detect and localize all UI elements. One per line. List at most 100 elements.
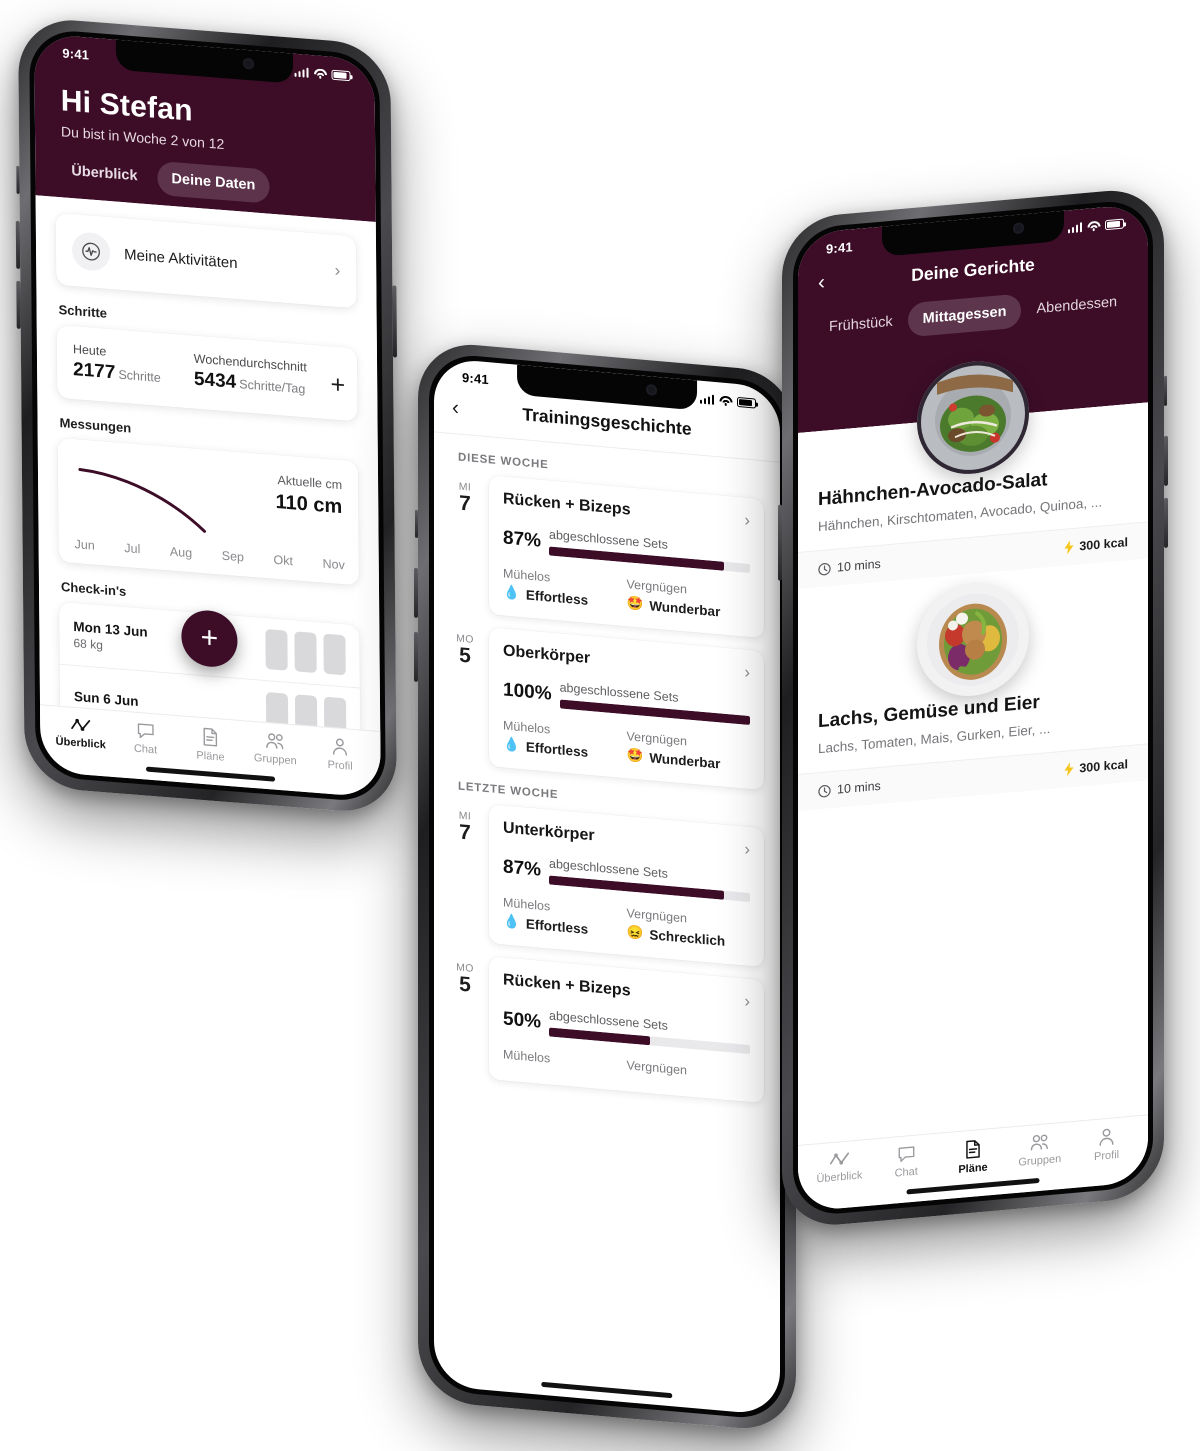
tab-mittagessen[interactable]: Mittagessen xyxy=(907,293,1022,338)
month-tick: Aug xyxy=(169,544,193,561)
battery-icon xyxy=(1105,217,1124,230)
fun-value: Schrecklich xyxy=(649,926,726,949)
tab-fruehstueck[interactable]: Frühstück xyxy=(814,303,908,345)
workout-card[interactable]: Oberkörper › 100% abgeschlossene Sets Mü… xyxy=(489,627,764,791)
meal-card[interactable]: Hähnchen-Avocado-Salat Hähnchen, Kirscht… xyxy=(798,356,1148,590)
meal-card[interactable]: Lachs, Gemüse und Eier Lachs, Tomaten, M… xyxy=(798,578,1148,812)
signal-bars-icon xyxy=(1067,221,1082,233)
day-number: 7 xyxy=(459,491,471,516)
workout-card[interactable]: Rücken + Bizeps › 50% abgeschlossene Set… xyxy=(489,956,764,1104)
phone3-power-button xyxy=(778,504,782,581)
phone1-hero: 9:41 Hi Stefan Du bist in Woche 2 von 12… xyxy=(34,33,376,223)
wifi-icon xyxy=(719,394,732,406)
workout-card[interactable]: Rücken + Bizeps › 87% abgeschlossene Set… xyxy=(489,475,764,639)
tab-ueberblick[interactable]: Überblick xyxy=(57,153,151,194)
wifi-icon xyxy=(313,67,327,79)
workout-name: Rücken + Bizeps xyxy=(503,971,631,1000)
signal-bars-icon xyxy=(699,393,714,405)
workout-date: MO 5 xyxy=(450,624,480,766)
tabbar-item-gruppen[interactable]: Gruppen xyxy=(243,730,308,770)
workout-header: Rücken + Bizeps › xyxy=(503,970,750,1012)
phone2-home-indicator xyxy=(541,1381,673,1399)
phone1-status-bar: 9:41 xyxy=(34,33,374,85)
my-activities-row[interactable]: Meine Aktivitäten › xyxy=(56,213,357,309)
tabbar-item-chat[interactable]: Chat xyxy=(873,1143,940,1184)
steps-row: Heute 2177 Schritte Wochendurchschnitt 54… xyxy=(57,325,358,422)
tabbar-label: Gruppen xyxy=(253,752,297,768)
phone1-volume-down xyxy=(16,280,21,329)
phone2-volume-down xyxy=(414,631,418,682)
phone1-bezel: 9:41 Hi Stefan Du bist in Woche 2 von 12… xyxy=(29,27,386,804)
tabbar-item-ueberblick[interactable]: Überblick xyxy=(48,715,113,755)
completion-percent: 50% xyxy=(503,1008,542,1033)
tabbar-label: Profil xyxy=(327,758,353,773)
measurements-x-axis: Jun Jul Aug Sep Okt Nov xyxy=(75,537,345,572)
meal-meta: 10 mins 300 kcal xyxy=(798,743,1148,812)
phone2-screen: 9:41 ‹ Trainingsgeschichte DIESE WOCHE M… xyxy=(434,357,780,1416)
phone3-screen: 9:41 ‹ Deine Gerichte Frühstück Mittages… xyxy=(798,203,1148,1213)
tabbar-label: Chat xyxy=(894,1165,918,1180)
measurements-line-chart xyxy=(78,468,207,533)
completion-line: 50% abgeschlossene Sets xyxy=(503,1004,750,1055)
phone1-volume-up xyxy=(15,220,21,269)
tab-deine-daten[interactable]: Deine Daten xyxy=(157,160,270,204)
workout-card[interactable]: Unterkörper › 87% abgeschlossene Sets Mü… xyxy=(489,804,764,968)
meal-time: 10 mins xyxy=(818,557,881,576)
chart-activity-icon xyxy=(71,718,91,731)
tabbar-item-plaene[interactable]: Pläne xyxy=(940,1137,1007,1178)
phone1-power-button xyxy=(392,285,397,358)
chart-activity-icon xyxy=(829,1152,849,1165)
measurements-card: Aktuelle cm 110 cm Jun Jul Aug Sep Okt N… xyxy=(57,437,359,586)
phone-training-history: 9:41 ‹ Trainingsgeschichte DIESE WOCHE M… xyxy=(414,340,800,1434)
person-icon xyxy=(1099,1128,1114,1146)
chat-bubble-icon xyxy=(898,1146,915,1163)
tabbar-label: Pläne xyxy=(958,1161,988,1176)
status-icons xyxy=(699,393,756,409)
people-icon xyxy=(265,733,284,750)
meal-calories-value: 300 kcal xyxy=(1079,535,1128,554)
fun-value: Wunderbar xyxy=(649,597,721,619)
fun-rating: Vergnügen xyxy=(627,1058,751,1087)
add-steps-button[interactable]: + xyxy=(330,370,345,399)
phone3-volume-up xyxy=(1164,435,1168,486)
tabbar-item-profil[interactable]: Profil xyxy=(1073,1125,1140,1166)
blue-drop-icon: 💧 xyxy=(503,584,520,601)
completion-percent: 87% xyxy=(503,527,542,552)
completion-percent: 87% xyxy=(503,856,542,881)
blue-drop-icon: 💧 xyxy=(503,913,520,930)
steps-avg-unit: Schritte/Tag xyxy=(239,377,306,397)
phone2-mute-switch xyxy=(415,509,418,538)
blue-drop-icon: 💧 xyxy=(503,736,520,753)
workout-date: MO 5 xyxy=(450,953,480,1079)
tabbar-item-plaene[interactable]: Pläne xyxy=(178,725,243,765)
fun-label: Vergnügen xyxy=(626,1058,687,1078)
steps-average: Wochendurchschnitt 5434 Schritte/Tag xyxy=(194,352,342,403)
tabbar-label: Überblick xyxy=(816,1169,863,1186)
completion-bar-wrap: abgeschlossene Sets xyxy=(559,680,750,726)
tabbar-item-chat[interactable]: Chat xyxy=(113,720,178,760)
meal-meta: 10 mins 300 kcal xyxy=(798,521,1148,590)
my-activities-card[interactable]: Meine Aktivitäten › xyxy=(55,212,357,309)
steps-card: Heute 2177 Schritte Wochendurchschnitt 54… xyxy=(56,324,358,422)
ratings: Mühelos 💧 Effortless Vergnügen 🤩 Wunderbar xyxy=(503,718,750,774)
phone3-mute-switch xyxy=(1164,375,1167,406)
wifi-icon xyxy=(1087,220,1100,231)
meal-time-value: 10 mins xyxy=(837,778,881,797)
chevron-right-icon: › xyxy=(744,662,750,683)
star-struck-emoji: 🤩 xyxy=(626,747,644,764)
tabbar-item-gruppen[interactable]: Gruppen xyxy=(1006,1131,1073,1172)
tabbar-item-profil[interactable]: Profil xyxy=(307,735,372,775)
battery-icon xyxy=(737,396,756,409)
chevron-right-icon: › xyxy=(744,991,750,1012)
checkin-date: Sun 6 Jun xyxy=(73,688,139,709)
phone1-body: Meine Aktivitäten › Schritte Heute 2177 S… xyxy=(35,195,381,753)
status-icons xyxy=(294,66,351,81)
tabbar-item-ueberblick[interactable]: Überblick xyxy=(806,1148,873,1189)
meal-time-value: 10 mins xyxy=(837,556,881,575)
meal-list: Hähnchen-Avocado-Salat Hähnchen, Kirscht… xyxy=(798,356,1148,812)
my-activities-label: Meine Aktivitäten xyxy=(124,245,238,272)
month-tick: Jul xyxy=(124,540,141,557)
tab-abendessen[interactable]: Abendessen xyxy=(1021,284,1132,328)
workout-row: MI 7 Unterkörper › 87% abgeschlossene Se… xyxy=(450,801,764,968)
meal-calories: 300 kcal xyxy=(1064,535,1128,555)
